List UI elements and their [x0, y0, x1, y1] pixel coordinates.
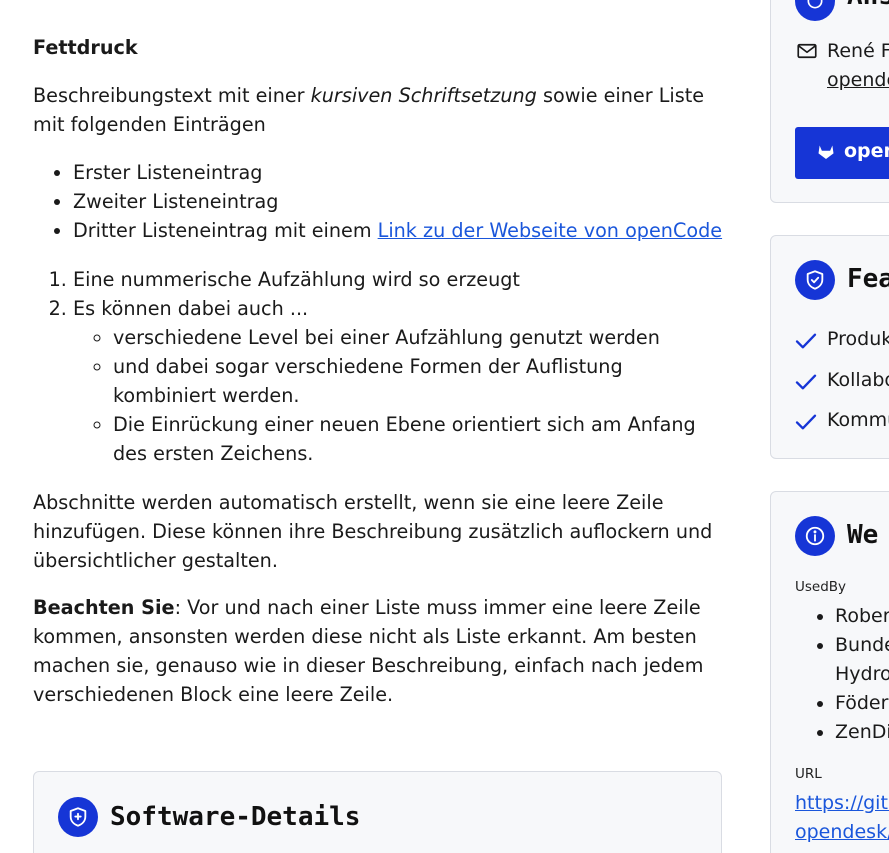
bullet-item-1: Erster Listeneintrag [73, 158, 722, 187]
usedby-list: Rober Bunde Hydro Födera ZenDi [795, 602, 889, 747]
contact-name: René Fi [827, 40, 889, 62]
page: Fettdruck Beschreibungstext mit einer ku… [0, 0, 889, 853]
intro-paragraph: Beschreibungstext mit einer kursiven Sch… [33, 81, 713, 139]
info-icon [795, 516, 835, 556]
usedby-item-line2: Hydro [835, 663, 889, 685]
sections-paragraph: Abschnitte werden automatisch erstellt, … [33, 491, 713, 572]
url-label: URL [795, 766, 822, 782]
info-card: We UsedBy Rober BundeHydro Födera ZenDi … [770, 491, 889, 853]
url-line2: opendesk/ [795, 821, 889, 843]
numbered-item-2: Es können dabei auch ... verschiedene Le… [73, 294, 723, 468]
sub-item-1: verschiedene Level bei einer Aufzählung … [113, 323, 723, 352]
note-bold-text: Beachten Sie [33, 596, 175, 619]
usedby-item: Födera [835, 689, 889, 718]
shield-plus-icon [58, 797, 98, 837]
bullet-list: Erster Listeneintrag Zweiter Listeneintr… [33, 158, 722, 245]
software-details-title: Software-Details [110, 802, 361, 832]
shield-check-icon [795, 260, 835, 300]
bullet-item-2: Zweiter Listeneintrag [73, 187, 722, 216]
note-paragraph: Beachten Sie: Vor und nach einer Liste m… [33, 593, 713, 709]
usedby-item: Rober [835, 602, 889, 631]
feature-label: Kommu [827, 409, 889, 431]
opencode-website-link[interactable]: Link zu der Webseite von openCode [378, 219, 722, 242]
gitlab-button[interactable]: open [795, 127, 889, 179]
sub-list: verschiedene Level bei einer Aufzählung … [73, 323, 723, 468]
bullet-item-3-text: Dritter Listeneintrag mit einem [73, 219, 378, 242]
contact-card: Ans René Fi opende open [770, 0, 889, 203]
usedby-item: ZenDi [835, 718, 889, 747]
numbered-item-1: Eine nummerische Aufzählung wird so erze… [73, 265, 723, 294]
contact-title: Ans [847, 0, 889, 11]
contact-email-link[interactable]: opende [827, 69, 889, 91]
software-details-card: Software-Details [33, 771, 722, 853]
bullet-item-3: Dritter Listeneintrag mit einem Link zu … [73, 216, 722, 245]
features-title: Fea [847, 264, 889, 294]
check-icon [795, 373, 817, 396]
bold-heading: Fettdruck [33, 36, 138, 59]
repository-url-link[interactable]: https://gitl opendesk/ [795, 789, 889, 847]
check-icon [795, 332, 817, 355]
usedby-item-line1: Bunde [835, 634, 889, 656]
check-icon [795, 413, 817, 436]
info-title: We [847, 520, 879, 550]
mail-icon [797, 43, 817, 63]
usedby-label: UsedBy [795, 579, 847, 595]
contact-icon [795, 0, 835, 21]
numbered-item-2-text: Es können dabei auch ... [73, 297, 309, 320]
gitlab-icon [817, 143, 835, 165]
feature-label: Produk [827, 328, 889, 350]
intro-italic-text: kursiven Schriftsetzung [310, 84, 537, 107]
numbered-list: Eine nummerische Aufzählung wird so erze… [33, 265, 723, 468]
features-card: Fea Produk Kollabo Kommu [770, 235, 889, 459]
intro-text-start: Beschreibungstext mit einer [33, 84, 311, 107]
usedby-item: Bunde Hydro [835, 631, 889, 689]
sub-item-3: Die Einrückung einer neuen Ebene orienti… [113, 410, 723, 468]
sub-item-2: und dabei sogar verschiedene Formen der … [113, 352, 723, 410]
feature-label: Kollabo [827, 369, 889, 391]
gitlab-button-label: open [844, 140, 889, 162]
url-line1: https://gitl [795, 792, 889, 814]
